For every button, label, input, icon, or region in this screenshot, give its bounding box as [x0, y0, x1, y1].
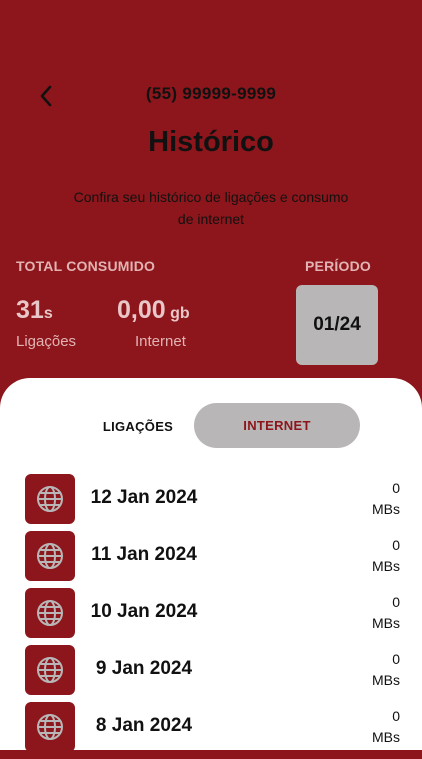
calls-total-value: 31: [16, 296, 44, 324]
list-item-date: 11 Jan 2024: [91, 544, 197, 565]
list-item-amount-unit: MBs: [372, 615, 400, 631]
page-subtitle: Confira seu histórico de ligações e cons…: [73, 189, 349, 227]
list-item-amount-unit: MBs: [372, 501, 400, 517]
globe-icon: [25, 474, 75, 524]
list-item-amount: 0 MBs: [372, 649, 400, 691]
list-item-amount-value: 0: [392, 651, 400, 667]
globe-icon: [25, 588, 75, 638]
list-item-amount: 0 MBs: [372, 706, 400, 748]
period-selector[interactable]: 01/24: [296, 285, 378, 365]
tab-calls[interactable]: LIGAÇÕES: [92, 404, 184, 448]
list-item-amount-value: 0: [392, 480, 400, 496]
header: (55) 99999-9999 Histórico Confira seu hi…: [0, 0, 422, 400]
list-item-date: 9 Jan 2024: [95, 658, 193, 679]
list-item[interactable]: 11 Jan 2024 0 MBs: [0, 531, 422, 588]
globe-icon: [25, 531, 75, 581]
internet-caption: Internet: [135, 333, 186, 350]
list-item-date: 8 Jan 2024: [95, 715, 193, 736]
globe-icon: [25, 645, 75, 695]
list-item-amount: 0 MBs: [372, 592, 400, 634]
list-item-amount-unit: MBs: [372, 729, 400, 745]
phone-number: (55) 99999-9999: [145, 84, 277, 103]
internet-total-value: 0,00: [117, 296, 166, 324]
list-item-amount: 0 MBs: [372, 478, 400, 520]
globe-icon: [25, 702, 75, 752]
list-item[interactable]: 10 Jan 2024 0 MBs: [0, 588, 422, 645]
page-title: Histórico: [148, 126, 274, 158]
list-item[interactable]: 8 Jan 2024 0 MBs: [0, 702, 422, 759]
list-item-date: 12 Jan 2024: [90, 487, 198, 508]
list-item-amount-unit: MBs: [372, 558, 400, 574]
calls-total-unit: s: [43, 305, 53, 322]
list-item[interactable]: 9 Jan 2024 0 MBs: [0, 645, 422, 702]
list-item-date: 10 Jan 2024: [90, 601, 198, 622]
list-item-amount-unit: MBs: [372, 672, 400, 688]
list-item[interactable]: 12 Jan 2024 0 MBs: [0, 474, 422, 531]
list-item-amount-value: 0: [392, 708, 400, 724]
tab-internet[interactable]: INTERNET: [194, 403, 360, 448]
calls-caption: Ligações: [16, 333, 77, 350]
list-item-amount-value: 0: [392, 594, 400, 610]
list-item-amount-value: 0: [392, 537, 400, 553]
total-consumed-label: TOTAL CONSUMIDO: [16, 258, 156, 274]
internet-total-unit: gb: [170, 305, 190, 322]
list-item-amount: 0 MBs: [372, 535, 400, 577]
period-label: PERÍODO: [305, 258, 371, 274]
history-list: 12 Jan 2024 0 MBs 11 Jan 2024 0 MBs 10 J…: [0, 474, 422, 759]
internet-total: 0,00 gb: [117, 296, 190, 325]
calls-total: 31s: [16, 296, 53, 325]
